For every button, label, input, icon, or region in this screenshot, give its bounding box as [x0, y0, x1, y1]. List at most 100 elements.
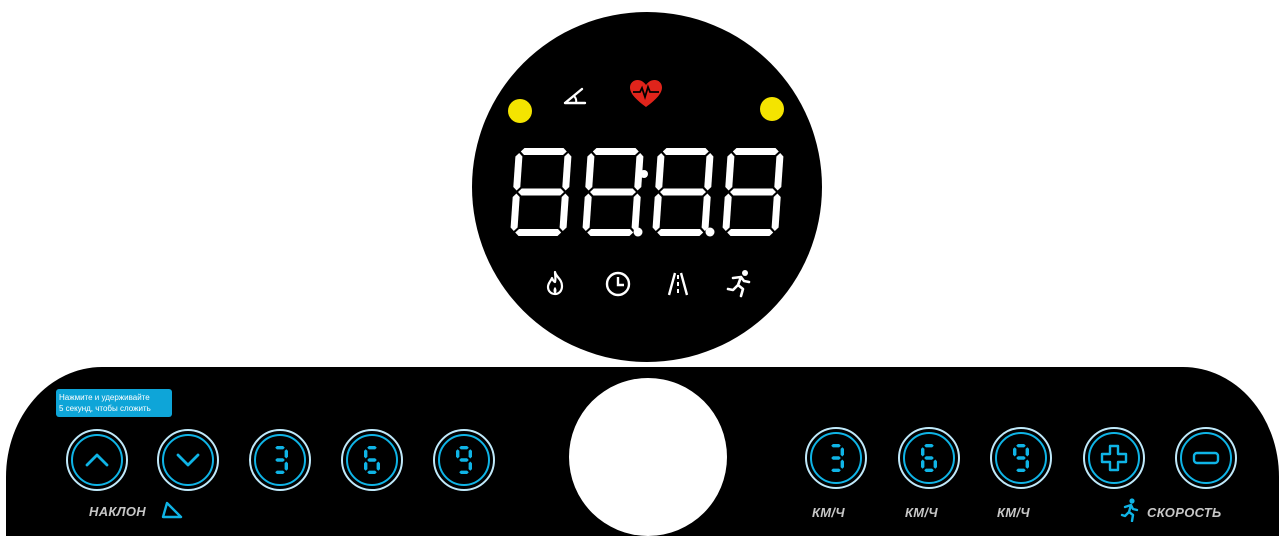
segment-f [513, 153, 523, 191]
seven-segment-readout [510, 148, 784, 237]
segment-a [367, 446, 377, 450]
segment-b [840, 447, 844, 457]
segment-a [520, 148, 567, 155]
speed-preset-6-button[interactable] [898, 427, 960, 489]
decimal-dot-2 [705, 227, 715, 237]
segment-d [587, 229, 634, 236]
speed-preset-3-unit: КМ/Ч [812, 505, 845, 520]
preset-digit [831, 444, 844, 472]
speed-minus-button[interactable] [1175, 427, 1237, 489]
segment-e [510, 193, 520, 231]
segment-c [771, 193, 781, 231]
segment-b [562, 153, 572, 191]
segment-e [364, 461, 368, 471]
segment-f [655, 153, 665, 191]
chevron-up-icon [85, 453, 109, 467]
segment-d [924, 468, 934, 472]
segment-d [275, 470, 285, 474]
segment-g [367, 458, 377, 462]
plus-icon [1100, 444, 1128, 472]
led-display [472, 12, 822, 362]
segment-g [660, 188, 706, 196]
segment-c [468, 461, 472, 471]
segment-d [515, 229, 562, 236]
distance-icon [667, 272, 689, 296]
segment-f [725, 153, 735, 191]
start-stop-key[interactable] [569, 378, 727, 536]
segment-f [921, 447, 925, 457]
segment-f [364, 449, 368, 459]
right-indicator-dot [760, 97, 784, 121]
segment-g [518, 188, 564, 196]
segment-c [1025, 459, 1029, 469]
preset-digit [921, 444, 937, 472]
segment-e [652, 193, 662, 231]
segment-a [592, 148, 639, 155]
incline-preset-9-button[interactable] [433, 429, 495, 491]
segment-g [831, 456, 841, 460]
segment-g [730, 188, 776, 196]
time-icon [605, 271, 631, 297]
incline-preset-3-button[interactable] [249, 429, 311, 491]
incline-icon [563, 87, 587, 105]
segment-e [921, 459, 925, 469]
segment-d [831, 468, 841, 472]
speed-preset-3-button[interactable] [805, 427, 867, 489]
segment-f [456, 449, 460, 459]
segment-b [468, 449, 472, 459]
speed-label: СКОРОСТЬ [1147, 505, 1222, 520]
segment-d [657, 229, 704, 236]
segment-b [774, 153, 784, 191]
segment-g [590, 188, 636, 196]
fold-hint-line2: 5 секунд, чтобы сложить [59, 404, 151, 413]
segment-c [840, 459, 844, 469]
segment-c [284, 461, 288, 471]
preset-digit [456, 446, 472, 474]
calories-icon [546, 270, 564, 296]
segment-f [1013, 447, 1017, 457]
segment-a [662, 148, 709, 155]
runner-icon [1120, 498, 1139, 522]
segment-a [831, 444, 841, 448]
incline-down-button[interactable] [157, 429, 219, 491]
speed-preset-9-button[interactable] [990, 427, 1052, 489]
segment-a [275, 446, 285, 450]
segment-c [559, 193, 569, 231]
segment-g [275, 458, 285, 462]
incline-triangle-icon [161, 501, 183, 519]
left-indicator-dot [508, 99, 532, 123]
segment-e [722, 193, 732, 231]
segment-c [631, 193, 641, 231]
segment-g [1016, 456, 1026, 460]
segment-d [459, 470, 469, 474]
speed-plus-button[interactable] [1083, 427, 1145, 489]
segment-b [704, 153, 714, 191]
speed-preset-9-unit: КМ/Ч [997, 505, 1030, 520]
segment-g [459, 458, 469, 462]
heart-rate-icon [630, 80, 662, 107]
preset-digit [364, 446, 380, 474]
segment-a [459, 446, 469, 450]
incline-label: НАКЛОН [89, 504, 146, 519]
fold-hint-tooltip: Нажмите и удерживайте 5 секунд, чтобы сл… [56, 389, 172, 417]
segment-a [732, 148, 779, 155]
segment-c [933, 459, 937, 469]
fold-hint-line1: Нажмите и удерживайте [59, 393, 150, 402]
segment-b [1025, 447, 1029, 457]
segment-a [1016, 444, 1026, 448]
segment-a [924, 444, 934, 448]
segment-f [585, 153, 595, 191]
segment-d [367, 470, 377, 474]
segment-b [284, 449, 288, 459]
preset-digit [1013, 444, 1029, 472]
incline-preset-6-button[interactable] [341, 429, 403, 491]
colon-dot-top [640, 170, 648, 178]
segment-c [376, 461, 380, 471]
speed-icon [726, 270, 751, 298]
decimal-dot-1 [633, 227, 643, 237]
incline-up-button[interactable] [66, 429, 128, 491]
chevron-down-icon [176, 453, 200, 467]
minus-icon [1192, 451, 1220, 465]
segment-d [1016, 468, 1026, 472]
segment-e [582, 193, 592, 231]
